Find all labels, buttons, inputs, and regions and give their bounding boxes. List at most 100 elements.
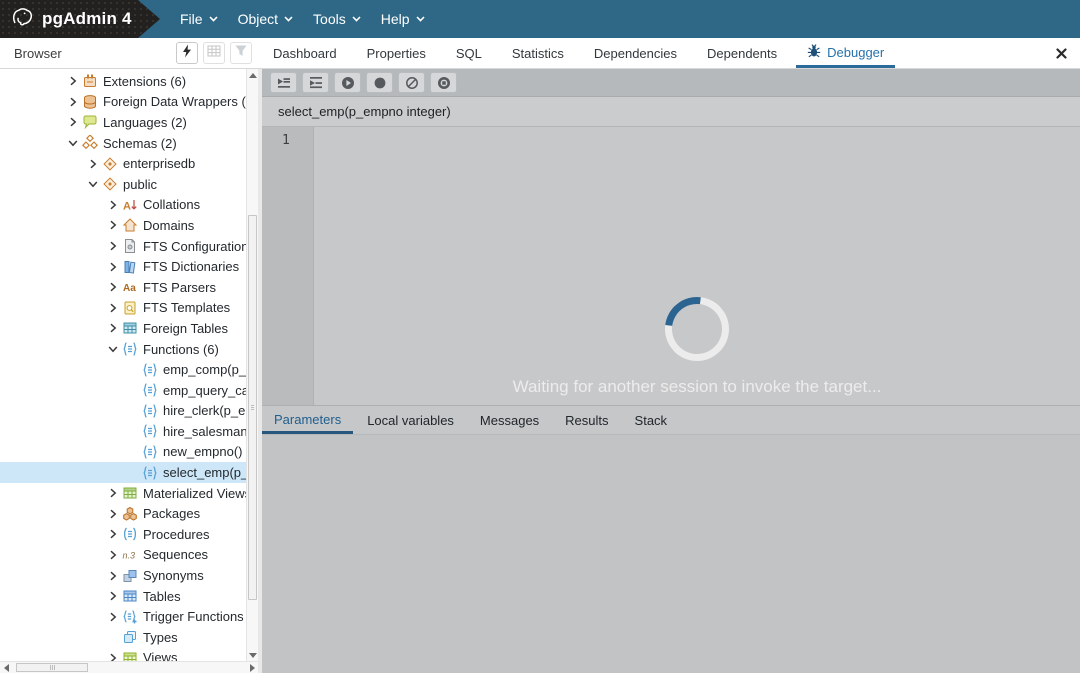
chevron-right-icon[interactable] [106,200,120,210]
tab-statistics[interactable]: Statistics [501,38,575,68]
chevron-right-icon[interactable] [106,550,120,560]
tree-item[interactable]: Domains [0,215,246,236]
chevron-right-icon[interactable] [106,653,120,661]
tree-item[interactable]: A Collations [0,195,246,216]
tree-item[interactable]: Extensions (6) [0,71,246,92]
chevron-right-icon[interactable] [106,591,120,601]
tree-item[interactable]: Trigger Functions [0,606,246,627]
tree-item[interactable]: Aa FTS Parsers [0,277,246,298]
menu-object[interactable]: Object [238,11,293,27]
view-data-button[interactable] [203,42,225,64]
tree-item[interactable]: Tables [0,586,246,607]
tree-item[interactable]: Schemas (2) [0,133,246,154]
menu-file[interactable]: File [180,11,218,27]
stop-button[interactable] [430,72,457,93]
chevron-right-icon[interactable] [106,488,120,498]
bottom-tab-stack[interactable]: Stack [623,406,680,434]
scroll-left-arrow-icon[interactable] [0,662,12,673]
chevron-right-icon[interactable] [106,303,120,313]
tree-hscroll-thumb[interactable] [16,663,88,672]
tree-item[interactable]: hire_salesman(p_ename character varying) [0,421,246,442]
tree-item-label: FTS Dictionaries [143,259,240,275]
bottom-tab-parameters[interactable]: Parameters [262,406,354,434]
tree-item[interactable]: Foreign Tables [0,318,246,339]
tree-item[interactable]: n.3 Sequences [0,545,246,566]
tree-item[interactable]: FTS Configurations [0,236,246,257]
scroll-down-arrow-icon[interactable] [247,649,258,661]
tree-item[interactable]: Synonyms [0,565,246,586]
chevron-down-icon[interactable] [86,179,100,189]
filtered-rows-button[interactable] [230,42,252,64]
chevron-right-icon[interactable] [106,262,120,272]
tree-item[interactable]: enterprisedb [0,153,246,174]
tab-dashboard[interactable]: Dashboard [262,38,348,68]
tree-item[interactable]: Foreign Data Wrappers (2) [0,92,246,113]
browser-toolbar [176,42,252,64]
tree-vertical-scrollbar[interactable] [246,69,258,661]
tree-item[interactable]: Languages (2) [0,112,246,133]
menu-help[interactable]: Help [381,11,425,27]
tree-item[interactable]: Procedures [0,524,246,545]
tab-dependents[interactable]: Dependents [696,38,788,68]
chevron-right-icon[interactable] [66,97,80,107]
chevron-right-icon[interactable] [106,220,120,230]
tree-vscroll-thumb[interactable] [248,215,257,600]
debugger-code-editor[interactable]: 1 Waiting for another session to invoke … [262,127,1080,405]
chevron-right-icon[interactable] [106,612,120,622]
tree-item[interactable]: Packages [0,503,246,524]
chevron-right-icon[interactable] [106,529,120,539]
step-into-button[interactable] [270,72,297,93]
chevron-right-icon[interactable] [106,323,120,333]
browser-tree: Extensions (6) Foreign Data Wrappers (2) L… [0,71,246,661]
tab-properties[interactable]: Properties [356,38,437,68]
close-tab-icon[interactable] [1054,46,1068,60]
tree-horizontal-scrollbar[interactable] [0,661,258,673]
chevron-down-icon[interactable] [106,344,120,354]
chevron-right-icon[interactable] [106,571,120,581]
tree-item-label: select_emp(p_empno integer) [163,465,246,481]
tree-item[interactable]: Views [0,648,246,661]
tree-item-label: Procedures [143,526,210,542]
tree-item[interactable]: FTS Dictionaries [0,256,246,277]
tree-item-label: hire_clerk(p_ename character varying) [163,403,246,419]
tree-item[interactable]: Types [0,627,246,648]
tree-item-label: new_empno() [163,444,243,460]
tab-sql[interactable]: SQL [445,38,493,68]
chevron-right-icon[interactable] [106,282,120,292]
scroll-right-arrow-icon[interactable] [246,662,258,673]
chevron-right-icon[interactable] [66,117,80,127]
tree-item[interactable]: FTS Templates [0,298,246,319]
tab-label: Dashboard [273,45,337,61]
tab-label: Statistics [511,45,564,61]
chevron-right-icon[interactable] [106,509,120,519]
bottom-tab-messages[interactable]: Messages [468,406,551,434]
tree-item-label: Foreign Data Wrappers (2) [103,94,246,110]
tree-item[interactable]: hire_clerk(p_ename character varying) [0,401,246,422]
secondary-bar: Browser Dashboard Properties SQL Statistics… [0,38,1080,69]
tree-item[interactable]: select_emp(p_empno integer) [0,462,246,483]
tree-item-label: Sequences [143,547,209,563]
bottom-tab-results[interactable]: Results [553,406,620,434]
toggle-breakpoint-button[interactable] [366,72,393,93]
step-over-button[interactable] [302,72,329,93]
tree-item-label: hire_salesman(p_ename character varying) [163,423,246,439]
tree-item[interactable]: new_empno() [0,442,246,463]
menu-tools[interactable]: Tools [313,11,361,27]
tree-item[interactable]: Functions (6) [0,339,246,360]
chevron-right-icon[interactable] [66,76,80,86]
scroll-up-arrow-icon[interactable] [247,69,258,81]
tab-debugger[interactable]: Debugger [796,38,896,68]
tree-item[interactable]: emp_query_caller() [0,380,246,401]
tree-item[interactable]: emp_comp(p_sal numeric, p_comm numeric) [0,359,246,380]
continue-button[interactable] [334,72,361,93]
tree-item[interactable]: Materialized Views [0,483,246,504]
tab-dependencies[interactable]: Dependencies [583,38,688,68]
synonyms-icon [122,568,138,584]
chevron-right-icon[interactable] [86,159,100,169]
chevron-down-icon[interactable] [66,138,80,148]
clear-breakpoints-button[interactable] [398,72,425,93]
bottom-tab-local-variables[interactable]: Local variables [355,406,466,434]
query-tool-button[interactable] [176,42,198,64]
chevron-right-icon[interactable] [106,241,120,251]
tree-item[interactable]: public [0,174,246,195]
